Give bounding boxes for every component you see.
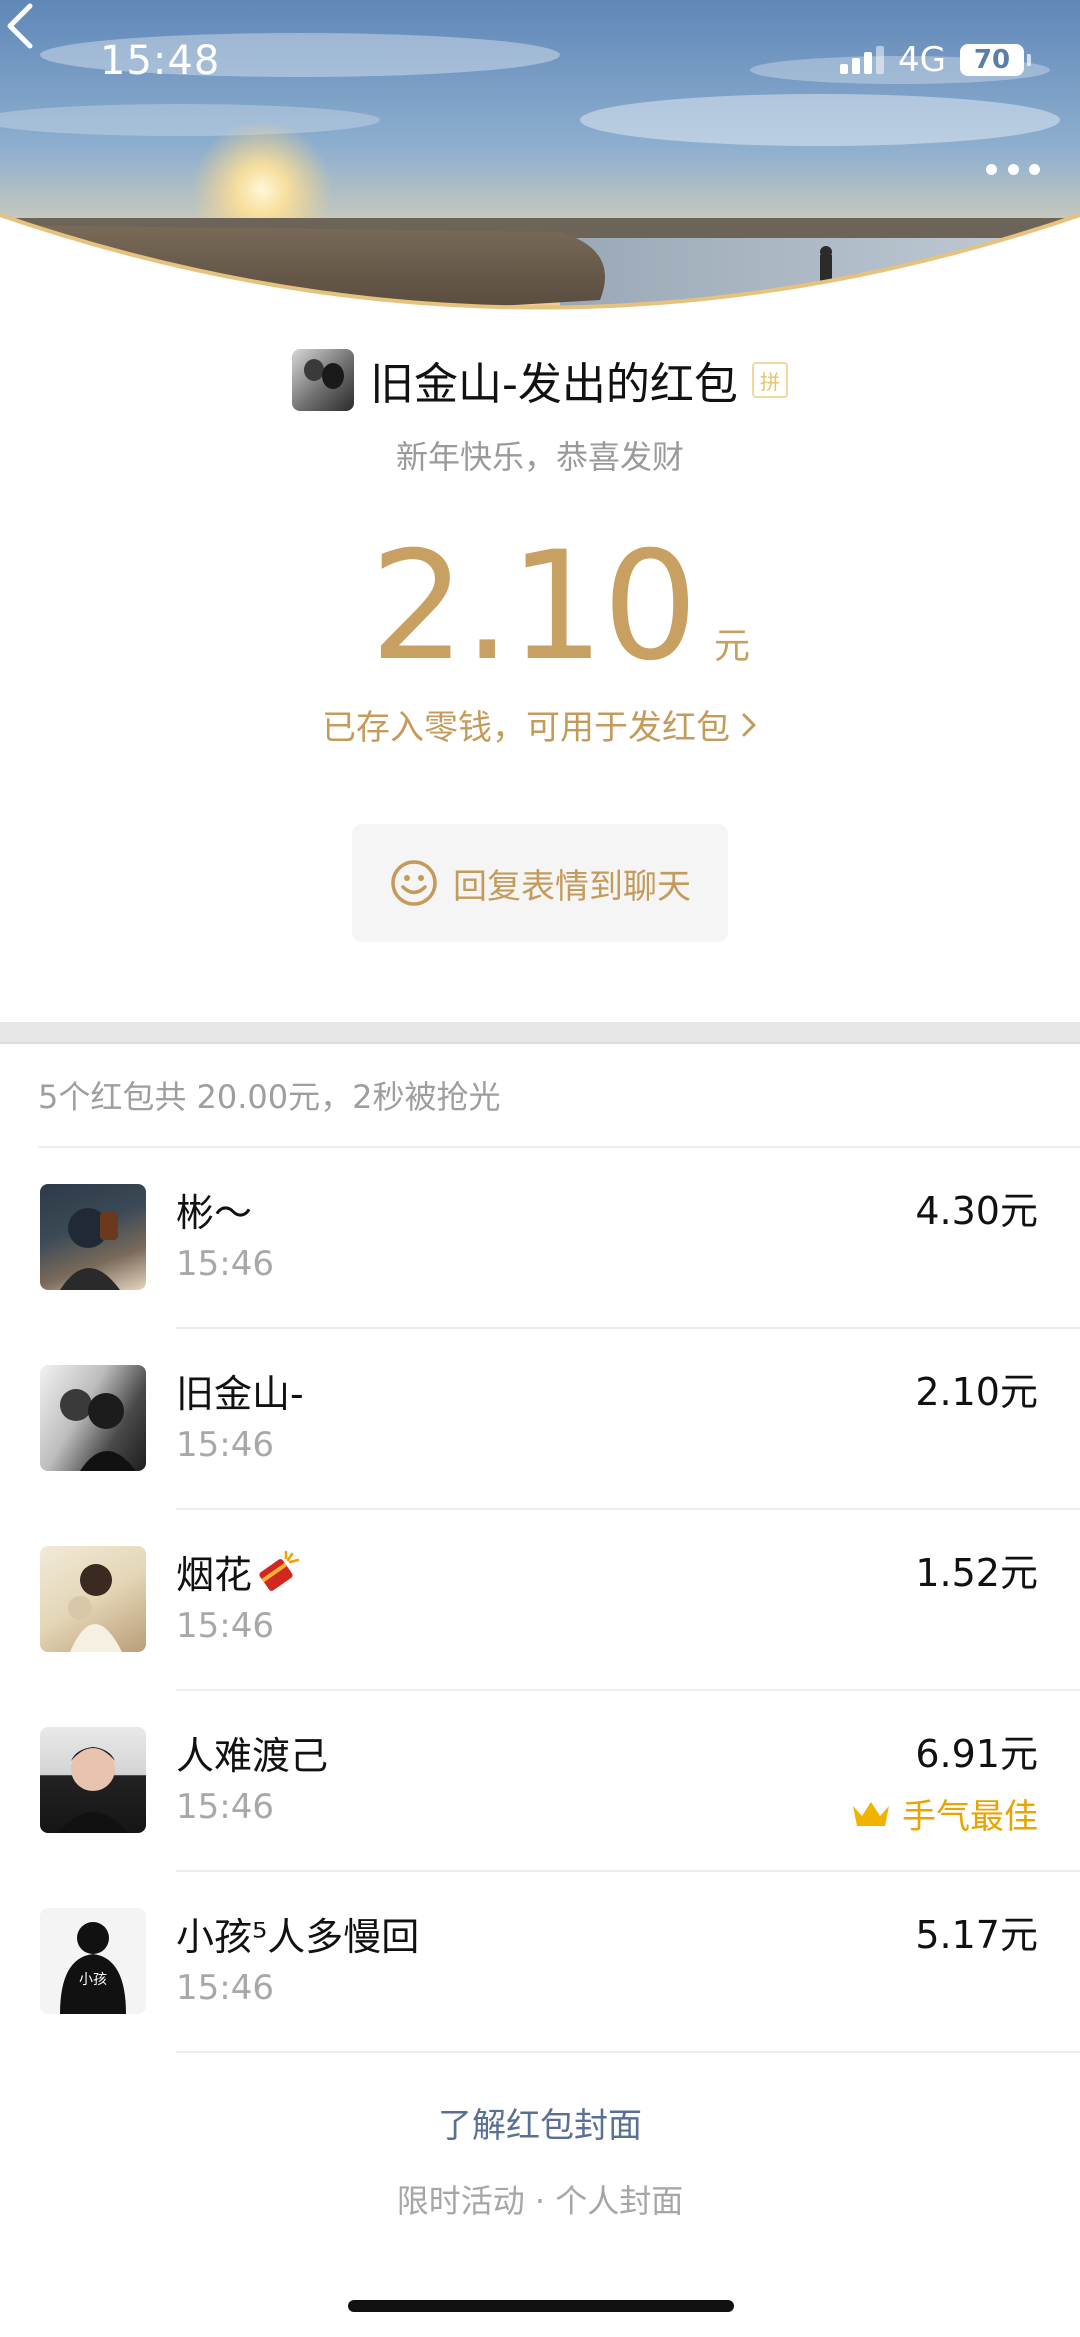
best-luck-label: 手气最佳 <box>902 1797 1038 1837</box>
claim-amount: 4.30元 <box>915 1189 1038 1233</box>
avatar <box>40 1184 146 1290</box>
amount-unit: 元 <box>713 626 750 667</box>
received-amount: 2.10 <box>370 520 698 694</box>
more-icon[interactable] <box>986 164 1040 180</box>
claim-time: 15:46 <box>176 1606 274 1646</box>
reply-sticker-button[interactable]: 回复表情到聊天 <box>352 824 728 942</box>
amount-row: 2.10 元 <box>0 520 1080 694</box>
claim-row[interactable]: 人难渡己 15:46 6.91元 手气最佳 <box>0 1691 1080 1872</box>
avatar <box>40 1727 146 1833</box>
best-luck-badge: 手气最佳 <box>850 1789 1038 1838</box>
claimer-name-text: 烟花 <box>176 1553 253 1597</box>
claim-row[interactable]: 小孩 小孩⁵人多慢回 15:46 5.17元 <box>0 1872 1080 2053</box>
claim-amount: 1.52元 <box>915 1551 1038 1595</box>
claim-time: 15:46 <box>176 1244 274 1284</box>
claim-row[interactable]: 旧金山- 15:46 2.10元 <box>0 1329 1080 1510</box>
claim-summary: 5个红包共 20.00元，2秒被抢光 <box>38 1078 501 1116</box>
claim-amount: 2.10元 <box>915 1370 1038 1414</box>
signal-icon <box>840 46 885 74</box>
status-time: 15:48 <box>100 38 221 84</box>
claim-row[interactable]: 彬～ 15:46 4.30元 <box>0 1148 1080 1329</box>
status-indicators: 4G 70 <box>840 40 1031 80</box>
chevron-right-icon <box>742 713 756 737</box>
battery-icon: 70 <box>960 44 1031 76</box>
claim-time: 15:46 <box>176 1425 274 1465</box>
sender-row: 旧金山-发出的红包 拼 <box>0 348 1080 412</box>
claim-time: 15:46 <box>176 1968 274 2008</box>
cover-subtitle[interactable]: 限时活动 · 个人封面 <box>0 2176 1080 2222</box>
claimer-name: 彬～ <box>176 1191 253 1235</box>
home-indicator[interactable] <box>348 2300 734 2312</box>
sender-title: 旧金山-发出的红包 <box>370 359 738 410</box>
deposit-link[interactable]: 已存入零钱，可用于发红包 <box>0 700 1080 749</box>
smile-icon <box>391 860 437 906</box>
cover-banner: 15:48 4G 70 <box>0 0 1080 335</box>
claimer-name: 人难渡己 <box>176 1734 329 1778</box>
back-icon[interactable] <box>0 0 40 52</box>
avatar: 小孩 <box>40 1908 146 2014</box>
row-divider <box>176 2051 1080 2053</box>
sender-avatar <box>292 349 355 411</box>
crown-icon <box>853 1801 889 1826</box>
claim-time: 15:46 <box>176 1787 274 1827</box>
firecracker-icon <box>259 1550 300 1591</box>
claim-row[interactable]: 烟花 15:46 1.52元 <box>0 1510 1080 1691</box>
section-divider <box>0 1022 1080 1044</box>
avatar <box>40 1546 146 1652</box>
learn-cover-link[interactable]: 了解红包封面 <box>0 2098 1080 2147</box>
reply-button-label: 回复表情到聊天 <box>453 866 691 907</box>
pin-badge: 拼 <box>751 362 788 398</box>
claimer-name: 小孩⁵人多慢回 <box>176 1915 420 1959</box>
claimer-name: 旧金山- <box>176 1372 304 1416</box>
claim-amount: 6.91元 <box>915 1732 1038 1776</box>
greeting-text: 新年快乐，恭喜发财 <box>395 438 684 476</box>
avatar <box>40 1365 146 1471</box>
claimer-name: 烟花 <box>176 1544 300 1599</box>
claim-amount: 5.17元 <box>915 1913 1038 1957</box>
claim-list: 彬～ 15:46 4.30元 旧金山- 15:46 2.10元 烟花 15:46… <box>0 1148 1080 2053</box>
network-label: 4G <box>898 40 946 80</box>
avatar-text: 小孩 <box>79 1972 107 1988</box>
deposit-link-label: 已存入零钱，可用于发红包 <box>322 708 730 748</box>
